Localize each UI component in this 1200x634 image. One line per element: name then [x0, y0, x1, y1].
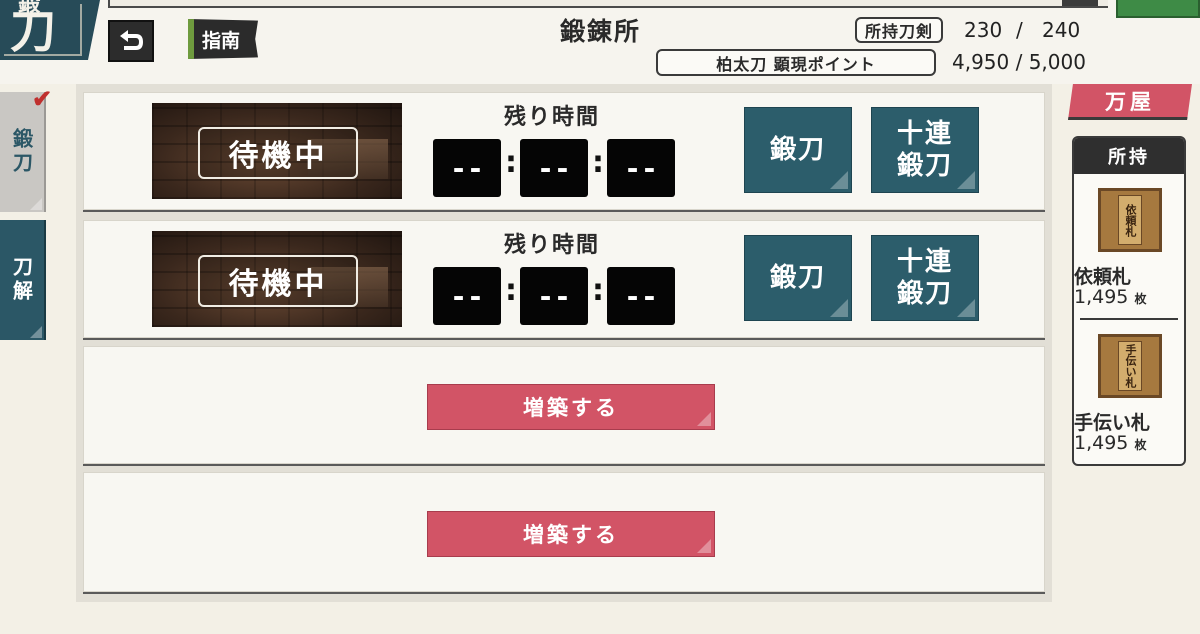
- section-tab: 鍛 刀: [0, 0, 100, 60]
- tab-corner: [30, 198, 42, 210]
- inventory-panel: 所持 依頼札 依頼札 1,495 枚 手伝い札 手伝い札 1,495 枚: [1072, 136, 1186, 466]
- points-label: 柏太刀 顕現ポイント: [656, 49, 936, 76]
- timer-hours: --: [433, 267, 501, 325]
- expand-button[interactable]: 増築する: [427, 384, 715, 430]
- points-value: 4,950 / 5,000: [952, 50, 1086, 74]
- help-ticket-count: 1,495 枚: [1074, 432, 1184, 454]
- request-ticket-count: 1,495 枚: [1074, 286, 1184, 308]
- remaining-time-label: 残り時間: [504, 232, 601, 258]
- tab-corner: [30, 326, 42, 338]
- request-ticket-unit: 枚: [1134, 292, 1147, 306]
- forge-ten-button[interactable]: 十連 鍛刀: [871, 235, 979, 321]
- forge-slot-image: 待機中: [152, 231, 402, 327]
- shop-top-button[interactable]: [1116, 0, 1200, 18]
- timer-separator: :: [592, 145, 604, 180]
- timer-minutes: --: [520, 139, 588, 197]
- forge-button[interactable]: 鍛刀: [744, 235, 852, 321]
- forge-ten-button-label: 十連 鍛刀: [896, 247, 953, 309]
- timer-seconds: --: [607, 139, 675, 197]
- forge-slot-1: 待機中 残り時間 -- : -- : -- 鍛刀 十連 鍛刀: [83, 92, 1045, 210]
- top-strip-notch: [1062, 0, 1098, 6]
- help-ticket-unit: 枚: [1134, 438, 1147, 452]
- forge-button-label: 鍛刀: [769, 135, 826, 165]
- expand-slot-2: 増築する: [83, 472, 1045, 592]
- button-corner: [697, 539, 711, 553]
- request-ticket-count-value: 1,495: [1074, 286, 1129, 308]
- section-title: 刀: [10, 4, 56, 58]
- status-badge: 待機中: [198, 127, 358, 179]
- inventory-divider: [1080, 318, 1178, 320]
- expand-button-label: 増築する: [523, 395, 619, 420]
- remaining-time-label: 残り時間: [504, 104, 601, 130]
- button-corner: [697, 412, 711, 426]
- shop-button[interactable]: 万屋: [1068, 84, 1192, 120]
- timer-seconds: --: [607, 267, 675, 325]
- top-bar: 鍛 刀 指南 鍛錬所 所持刀剣 230 / 240 柏太刀 顕現ポイント 4,9…: [0, 0, 1200, 84]
- forge-slot-2: 待機中 残り時間 -- : -- : -- 鍛刀 十連 鍛刀: [83, 220, 1045, 338]
- expand-button-label: 増築する: [523, 522, 619, 547]
- back-button[interactable]: [108, 20, 154, 62]
- request-ticket-name: 依頼札: [1074, 266, 1132, 288]
- page-title: 鍛錬所: [560, 17, 642, 46]
- expand-slot-1: 増築する: [83, 346, 1045, 464]
- forge-ten-button-label: 十連 鍛刀: [896, 119, 953, 181]
- guide-button[interactable]: 指南: [188, 19, 258, 59]
- sword-count-value: 230: [964, 18, 1003, 42]
- timer-separator: :: [505, 145, 517, 180]
- button-corner: [830, 171, 848, 189]
- forge-slot-image: 待機中: [152, 103, 402, 199]
- top-strip: [108, 0, 1108, 8]
- request-ticket-icon: 依頼札: [1098, 188, 1162, 252]
- check-icon: ✔: [32, 84, 53, 113]
- expand-button[interactable]: 増築する: [427, 511, 715, 557]
- button-corner: [830, 299, 848, 317]
- timer-separator: :: [505, 273, 517, 308]
- sword-count-label: 所持刀剣: [855, 17, 943, 43]
- timer-minutes: --: [520, 267, 588, 325]
- status-badge: 待機中: [198, 255, 358, 307]
- forge-button-label: 鍛刀: [769, 263, 826, 293]
- help-ticket-icon: 手伝い札: [1098, 334, 1162, 398]
- tab-dismantle[interactable]: 刀解: [0, 220, 46, 340]
- inventory-header: 所持: [1074, 138, 1184, 174]
- request-ticket-icon-text: 依頼札: [1118, 195, 1142, 245]
- button-corner: [957, 171, 975, 189]
- timer-separator: :: [592, 273, 604, 308]
- help-ticket-icon-text: 手伝い札: [1118, 341, 1142, 391]
- sword-count-separator: /: [1016, 18, 1023, 42]
- forge-ten-button[interactable]: 十連 鍛刀: [871, 107, 979, 193]
- tab-forge-label: 鍛刀: [9, 128, 34, 176]
- sword-count-max: 240: [1042, 18, 1081, 42]
- forge-panel: 待機中 残り時間 -- : -- : -- 鍛刀 十連 鍛刀 待機中 残り時間 …: [76, 84, 1052, 602]
- help-ticket-count-value: 1,495: [1074, 432, 1129, 454]
- section-title-top: 鍛: [18, 0, 41, 17]
- timer-hours: --: [433, 139, 501, 197]
- help-ticket-name: 手伝い札: [1074, 412, 1151, 434]
- button-corner: [957, 299, 975, 317]
- back-arrow-icon: [120, 30, 143, 50]
- forge-button[interactable]: 鍛刀: [744, 107, 852, 193]
- tab-dismantle-label: 刀解: [9, 256, 34, 304]
